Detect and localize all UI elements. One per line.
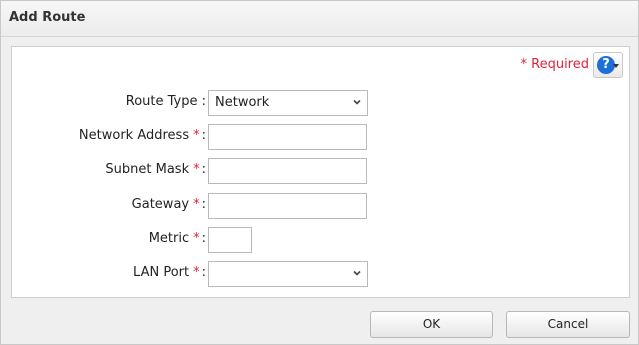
metric-label-text: Metric	[148, 231, 190, 246]
cancel-button[interactable]: Cancel	[506, 311, 630, 338]
required-star: *	[193, 265, 200, 280]
label-colon: :	[201, 197, 206, 212]
required-star: *	[193, 197, 200, 212]
chevron-down-icon	[613, 64, 619, 68]
label-colon: :	[201, 162, 206, 177]
gateway-input[interactable]	[208, 193, 367, 219]
route-type-row: Route Type : Network	[12, 90, 631, 116]
label-colon: :	[201, 128, 206, 143]
required-star: *	[193, 128, 200, 143]
required-star: *	[193, 231, 200, 246]
lan-port-label: LAN Port *:	[133, 265, 206, 280]
dialog-titlebar: Add Route	[1, 1, 638, 37]
metric-input[interactable]	[208, 227, 252, 253]
subnet-mask-label-text: Subnet Mask	[105, 162, 190, 177]
lan-port-row: LAN Port *:	[12, 261, 631, 287]
label-colon: :	[201, 265, 206, 280]
help-button[interactable]: ?	[593, 52, 623, 78]
route-type-value: Network	[215, 95, 270, 110]
subnet-mask-row: Subnet Mask *:	[12, 158, 631, 184]
network-address-label: Network Address *:	[79, 128, 206, 143]
lan-port-select[interactable]	[208, 261, 368, 287]
chevron-down-icon	[353, 99, 361, 105]
lan-port-label-text: LAN Port	[133, 265, 190, 280]
metric-row: Metric *:	[12, 227, 631, 253]
metric-label: Metric *:	[149, 231, 206, 246]
subnet-mask-input[interactable]	[208, 158, 367, 184]
add-route-dialog: Add Route * Required ? Route Type : Netw…	[0, 0, 639, 345]
label-colon: :	[201, 231, 206, 246]
subnet-mask-label: Subnet Mask *:	[105, 162, 206, 177]
network-address-row: Network Address *:	[12, 124, 631, 150]
dialog-title: Add Route	[9, 10, 86, 25]
gateway-label: Gateway *:	[132, 197, 206, 212]
form-panel: * Required ? Route Type : Network Networ…	[11, 46, 630, 298]
gateway-row: Gateway *:	[12, 193, 631, 219]
required-star: *	[193, 162, 200, 177]
route-type-select[interactable]: Network	[208, 90, 368, 116]
required-note: * Required	[520, 57, 590, 72]
ok-button[interactable]: OK	[370, 311, 493, 338]
network-address-input[interactable]	[208, 124, 367, 150]
route-type-label: Route Type :	[125, 94, 206, 109]
gateway-label-text: Gateway	[131, 197, 190, 212]
network-address-label-text: Network Address	[78, 128, 190, 143]
chevron-down-icon	[353, 270, 361, 276]
